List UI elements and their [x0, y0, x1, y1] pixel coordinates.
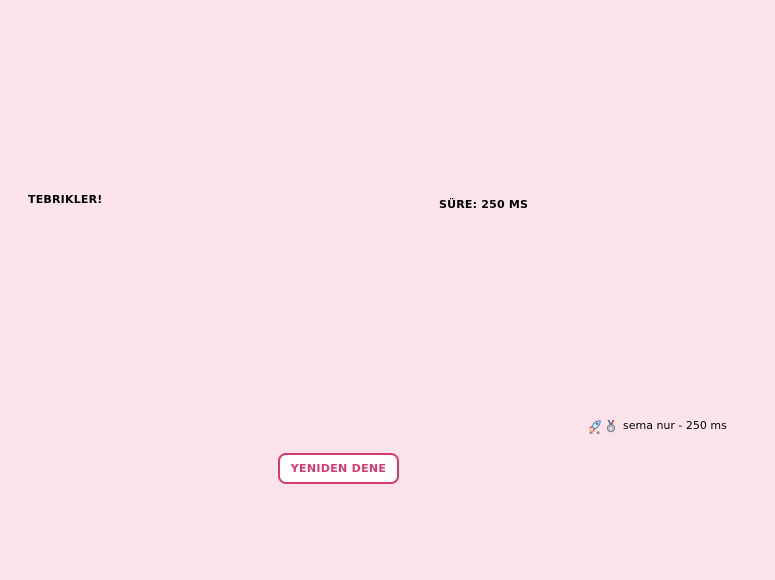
time-result: Süre: 250 ms	[439, 198, 529, 211]
medal-icon	[604, 419, 618, 433]
retry-button[interactable]: Yeniden Dene	[278, 453, 399, 484]
congrats-heading: Tebrikler!	[28, 193, 103, 206]
leaderboard-entry: sema nur - 250 ms	[588, 419, 727, 433]
leaderboard-trailing-text: " "	[589, 431, 601, 441]
leaderboard-entry-text: sema nur - 250 ms	[623, 419, 727, 432]
leaderboard: sema nur - 250 ms " "	[588, 419, 727, 441]
